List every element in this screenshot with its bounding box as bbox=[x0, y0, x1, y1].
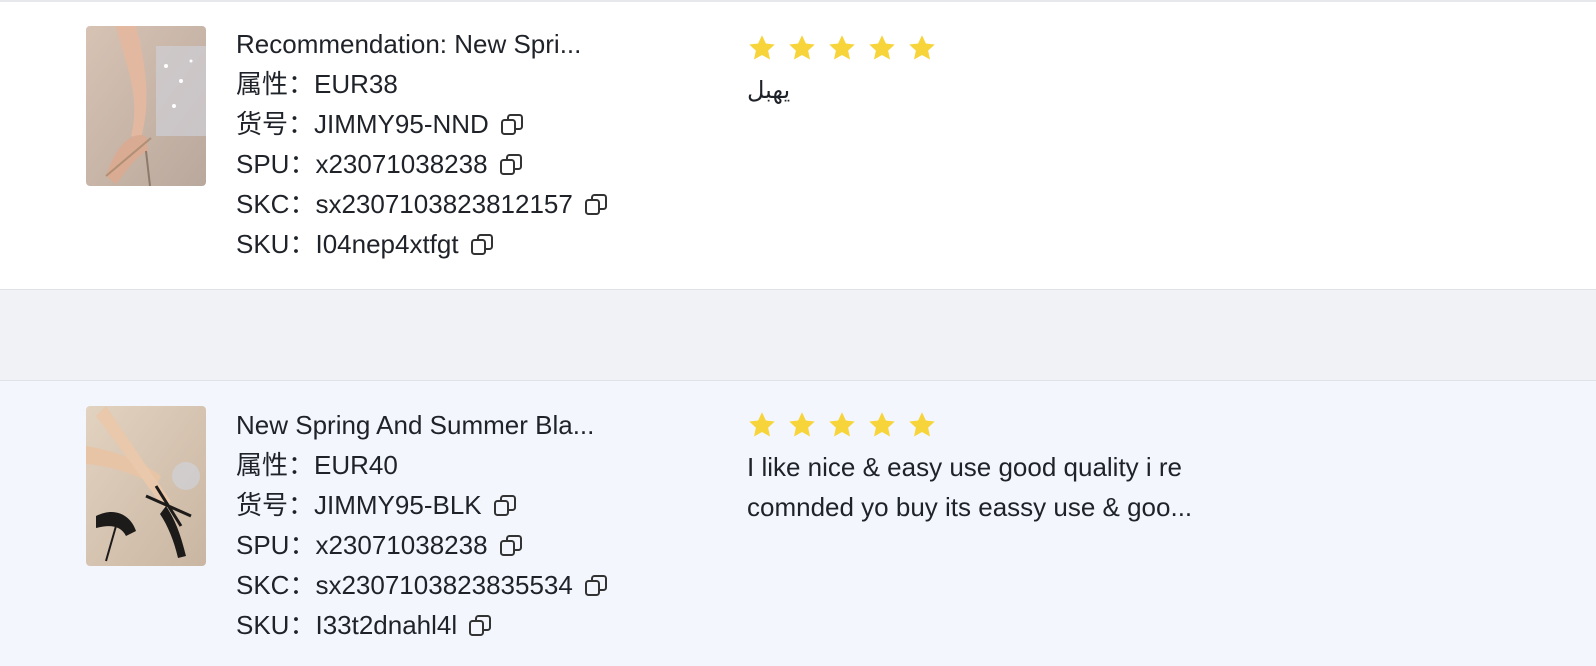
skc-label: SKC： bbox=[236, 570, 316, 600]
skc-line: SKC： sx2307103823812157 bbox=[236, 184, 609, 224]
attribute-line: 属性： EUR38 bbox=[236, 64, 609, 104]
attribute-value: EUR38 bbox=[314, 69, 398, 99]
star-icon bbox=[907, 410, 937, 440]
skc-label: SKC： bbox=[236, 189, 316, 219]
spu-value: x23071038238 bbox=[315, 149, 488, 179]
copy-icon[interactable] bbox=[499, 112, 525, 138]
product-title[interactable]: Recommendation: New Spri... bbox=[236, 24, 581, 64]
star-icon bbox=[747, 33, 777, 63]
skc-value: sx2307103823835534 bbox=[315, 570, 573, 600]
item-number-value: JIMMY95-BLK bbox=[314, 490, 482, 520]
skc-line: SKC： sx2307103823835534 bbox=[236, 565, 609, 605]
item-number-line: 货号： JIMMY95-NND bbox=[236, 104, 609, 144]
star-icon bbox=[827, 33, 857, 63]
copy-icon[interactable] bbox=[469, 232, 495, 258]
review-content: I like nice & easy use good quality i re… bbox=[747, 407, 1267, 527]
review-row: Recommendation: New Spri... 属性： EUR38 货号… bbox=[0, 0, 1596, 289]
star-icon bbox=[907, 33, 937, 63]
sku-value: I33t2dnahl4l bbox=[315, 610, 458, 640]
review-row: New Spring And Summer Bla... 属性： EUR40 货… bbox=[0, 381, 1596, 666]
review-text: I like nice & easy use good quality i re… bbox=[747, 447, 1267, 527]
product-info: Recommendation: New Spri... 属性： EUR38 货号… bbox=[236, 24, 609, 264]
product-thumbnail[interactable] bbox=[86, 406, 206, 566]
sku-value: I04nep4xtfgt bbox=[315, 229, 459, 259]
review-content: يهبل bbox=[747, 30, 947, 110]
skc-value: sx2307103823812157 bbox=[315, 189, 573, 219]
star-rating bbox=[747, 407, 1267, 443]
product-title-line: New Spring And Summer Bla... bbox=[236, 405, 609, 445]
item-number-label: 货号： bbox=[236, 490, 315, 520]
sku-label: SKU： bbox=[236, 610, 316, 640]
review-text-line: comnded yo buy its eassy use & goo... bbox=[747, 492, 1193, 522]
spu-label: SPU： bbox=[236, 149, 316, 179]
copy-icon[interactable] bbox=[498, 533, 524, 559]
star-icon bbox=[787, 33, 817, 63]
star-rating bbox=[747, 30, 947, 66]
item-number-value: JIMMY95-NND bbox=[314, 109, 489, 139]
star-icon bbox=[827, 410, 857, 440]
copy-icon[interactable] bbox=[498, 152, 524, 178]
review-text: يهبل bbox=[747, 76, 791, 104]
review-text-line: I like nice & easy use good quality i re bbox=[747, 452, 1183, 482]
copy-icon[interactable] bbox=[492, 493, 518, 519]
copy-icon[interactable] bbox=[583, 192, 609, 218]
spu-label: SPU： bbox=[236, 530, 316, 560]
star-icon bbox=[867, 410, 897, 440]
product-thumbnail[interactable] bbox=[86, 26, 206, 186]
copy-icon[interactable] bbox=[467, 613, 493, 639]
sku-label: SKU： bbox=[236, 229, 316, 259]
sku-line: SKU： I04nep4xtfgt bbox=[236, 224, 609, 264]
attribute-value: EUR40 bbox=[314, 450, 398, 480]
star-icon bbox=[787, 410, 817, 440]
sku-line: SKU： I33t2dnahl4l bbox=[236, 605, 609, 645]
row-separator bbox=[0, 289, 1596, 381]
copy-icon[interactable] bbox=[583, 573, 609, 599]
attribute-label: 属性： bbox=[236, 450, 315, 480]
item-number-line: 货号： JIMMY95-BLK bbox=[236, 485, 609, 525]
product-title-line: Recommendation: New Spri... bbox=[236, 24, 609, 64]
product-title[interactable]: New Spring And Summer Bla... bbox=[236, 405, 594, 445]
attribute-line: 属性： EUR40 bbox=[236, 445, 609, 485]
star-icon bbox=[747, 410, 777, 440]
spu-line: SPU： x23071038238 bbox=[236, 525, 609, 565]
spu-line: SPU： x23071038238 bbox=[236, 144, 609, 184]
item-number-label: 货号： bbox=[236, 109, 315, 139]
spu-value: x23071038238 bbox=[315, 530, 488, 560]
star-icon bbox=[867, 33, 897, 63]
attribute-label: 属性： bbox=[236, 69, 315, 99]
product-info: New Spring And Summer Bla... 属性： EUR40 货… bbox=[236, 405, 609, 645]
